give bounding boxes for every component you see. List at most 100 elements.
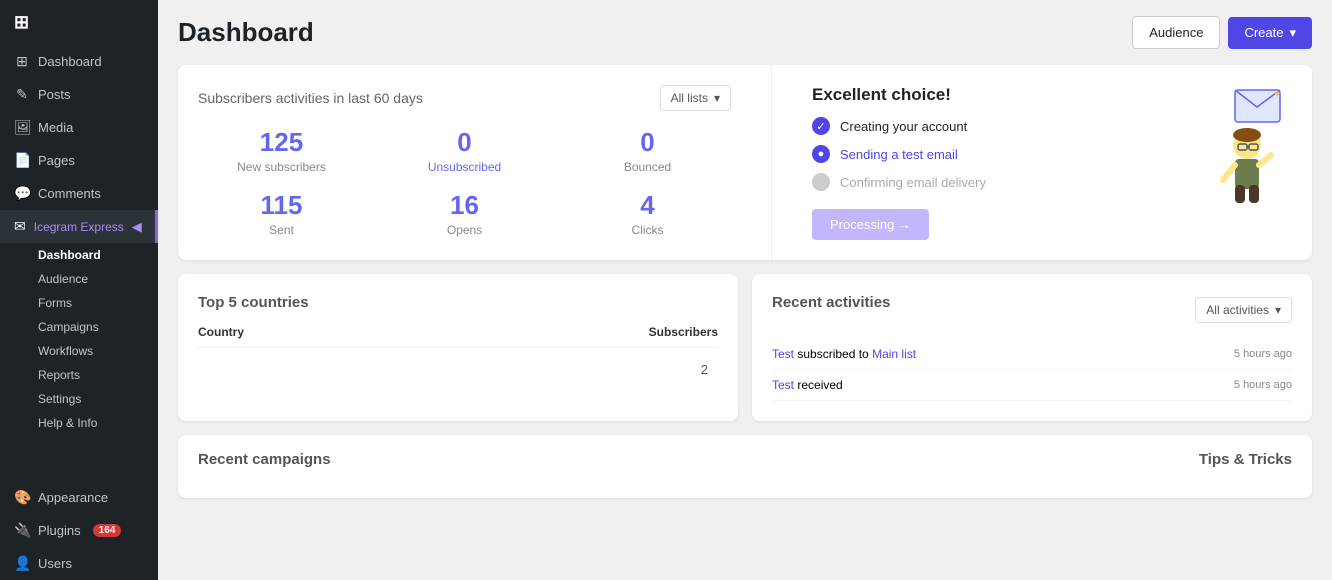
character-illustration: ✦: [1202, 85, 1292, 205]
unsubscribed-label[interactable]: Unsubscribed: [381, 160, 548, 174]
opens-label: Opens: [381, 223, 548, 237]
check-progress-icon: ●: [812, 145, 830, 163]
sidebar-sub-settings[interactable]: Settings: [0, 387, 158, 411]
sidebar-item-posts[interactable]: ✎ Posts: [0, 78, 158, 111]
sidebar-sub-campaigns[interactable]: Campaigns: [0, 315, 158, 339]
icegram-icon: ✉: [14, 218, 26, 235]
plugins-label: Plugins: [38, 523, 81, 538]
sub-workflows-label: Workflows: [38, 344, 93, 358]
comments-icon: 💬: [14, 185, 30, 202]
sub-help-label: Help & Info: [38, 416, 97, 430]
create-button[interactable]: Create ▾: [1228, 17, 1312, 49]
pages-icon: 📄: [14, 152, 30, 169]
activity-item-2: Test received 5 hours ago: [772, 370, 1292, 401]
activity-filter-dropdown[interactable]: All activities ▾: [1195, 297, 1292, 323]
sidebar-item-media[interactable]: 🖼 Media: [0, 111, 158, 144]
countries-card: Top 5 countries Country Subscribers 2: [178, 274, 738, 421]
sidebar-item-label: Media: [38, 120, 73, 135]
icegram-arrow-icon: ◀: [132, 219, 142, 235]
checklist-creating-account: ✓ Creating your account: [812, 117, 1192, 135]
sidebar-item-comments[interactable]: 💬 Comments: [0, 177, 158, 210]
sidebar-item-icegram[interactable]: ✉ Icegram Express ◀: [0, 210, 158, 243]
checklist-text-test[interactable]: Sending a test email: [840, 147, 958, 162]
audience-button[interactable]: Audience: [1132, 16, 1220, 49]
dashboard-icon: ⊞: [14, 53, 30, 70]
countries-table-header: Country Subscribers: [198, 325, 718, 348]
stat-opens: 16 Opens: [381, 190, 548, 237]
sidebar-item-label: Posts: [38, 87, 71, 102]
subscribers-title: Subscribers activities in last 60 days: [198, 90, 423, 106]
sidebar-sub-audience[interactable]: Audience: [0, 267, 158, 291]
bottom-row: Top 5 countries Country Subscribers 2 Re…: [178, 274, 1312, 435]
header-actions: Audience Create ▾: [1132, 16, 1312, 49]
activity-text-1: Test subscribed to Main list: [772, 347, 916, 361]
sub-dashboard-label: Dashboard: [38, 248, 101, 262]
subscribers-left: Subscribers activities in last 60 days A…: [178, 65, 751, 260]
activities-card: Recent activities All activities ▾ Test …: [752, 274, 1312, 421]
sidebar-sub-workflows[interactable]: Workflows: [0, 339, 158, 363]
recent-campaigns-header: Recent campaigns Tips & Tricks: [198, 451, 1292, 482]
activity-link-test-2[interactable]: Test: [772, 378, 794, 392]
sent-number: 115: [198, 190, 365, 221]
activity-time-1: 5 hours ago: [1234, 348, 1292, 360]
checklist-text-confirm: Confirming email delivery: [840, 175, 986, 190]
recent-campaigns-title: Recent campaigns: [198, 451, 331, 468]
checklist-text-creating: Creating your account: [840, 119, 967, 134]
activity-link-main[interactable]: Main list: [872, 347, 916, 361]
sidebar-sub-help[interactable]: Help & Info: [0, 411, 158, 435]
users-icon: 👤: [14, 555, 30, 572]
card-divider: [771, 65, 772, 260]
main-content: Dashboard Audience Create ▾ Subscribers …: [158, 0, 1332, 580]
sidebar-item-dashboard-wp[interactable]: ⊞ Dashboard: [0, 45, 158, 78]
activity-filter-label: All activities: [1206, 303, 1269, 317]
sidebar-item-pages[interactable]: 📄 Pages: [0, 144, 158, 177]
bounced-label: Bounced: [564, 160, 731, 174]
excellent-title: Excellent choice!: [812, 85, 1192, 105]
sub-campaigns-label: Campaigns: [38, 320, 99, 334]
checklist-confirm-delivery: Confirming email delivery: [812, 173, 1192, 191]
sub-audience-label: Audience: [38, 272, 88, 286]
sidebar-sub-reports[interactable]: Reports: [0, 363, 158, 387]
checklist-test-email: ● Sending a test email: [812, 145, 1192, 163]
stats-grid-bottom: 115 Sent 16 Opens 4 Clicks: [198, 190, 731, 237]
subscribers-section: Subscribers activities in last 60 days A…: [178, 65, 1312, 260]
subscribers-col-header: Subscribers: [649, 325, 718, 339]
sidebar-item-users[interactable]: 👤 Users: [0, 547, 158, 580]
sub-forms-label: Forms: [38, 296, 72, 310]
clicks-label: Clicks: [564, 223, 731, 237]
svg-text:✦: ✦: [1273, 89, 1281, 100]
processing-button[interactable]: Processing →: [812, 209, 929, 240]
country-value: [198, 362, 701, 377]
media-icon: 🖼: [14, 119, 30, 136]
users-label: Users: [38, 556, 72, 571]
activities-title: Recent activities: [772, 294, 890, 311]
appearance-icon: 🎨: [14, 489, 30, 506]
stat-clicks: 4 Clicks: [564, 190, 731, 237]
stat-new-subscribers: 125 New subscribers: [198, 127, 365, 174]
sidebar-item-label: Pages: [38, 153, 75, 168]
check-done-icon: ✓: [812, 117, 830, 135]
sidebar-item-appearance[interactable]: 🎨 Appearance: [0, 481, 158, 514]
create-chevron-icon: ▾: [1289, 25, 1296, 41]
sidebar-item-plugins[interactable]: 🔌 Plugins 164: [0, 514, 158, 547]
stat-sent: 115 Sent: [198, 190, 365, 237]
sent-label: Sent: [198, 223, 365, 237]
bounced-number: 0: [564, 127, 731, 158]
check-pending-icon: [812, 173, 830, 191]
all-lists-dropdown[interactable]: All lists ▾: [660, 85, 731, 111]
sidebar-sub-forms[interactable]: Forms: [0, 291, 158, 315]
sidebar-item-label: Comments: [38, 186, 101, 201]
create-label: Create: [1244, 25, 1283, 40]
page-header: Dashboard Audience Create ▾: [178, 16, 1312, 49]
sidebar-sub-dashboard[interactable]: Dashboard: [0, 243, 158, 267]
sub-reports-label: Reports: [38, 368, 80, 382]
stat-unsubscribed: 0 Unsubscribed: [381, 127, 548, 174]
activity-filter-chevron-icon: ▾: [1275, 303, 1281, 317]
excellent-card: Excellent choice! ✓ Creating your accoun…: [792, 65, 1312, 260]
activity-item-1: Test subscribed to Main list 5 hours ago: [772, 339, 1292, 370]
sub-settings-label: Settings: [38, 392, 81, 406]
activity-link-test-1[interactable]: Test: [772, 347, 794, 361]
appearance-label: Appearance: [38, 490, 108, 505]
activities-header: Recent activities All activities ▾: [772, 294, 1292, 325]
plugins-icon: 🔌: [14, 522, 30, 539]
